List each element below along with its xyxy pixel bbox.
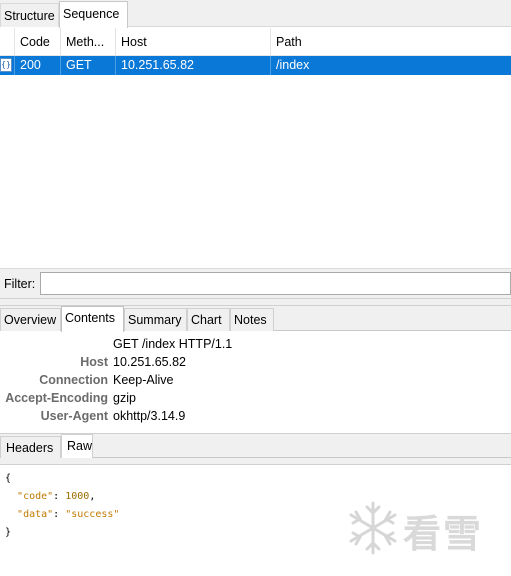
header-key: Accept-Encoding <box>5 391 108 405</box>
request-line: GET /index HTTP/1.1 <box>113 337 233 351</box>
column-header-code[interactable]: Code <box>15 28 61 56</box>
tab-structure[interactable]: Structure <box>0 3 59 27</box>
splitter[interactable] <box>0 298 511 306</box>
column-header-host[interactable]: Host <box>116 28 271 56</box>
sequence-table: Code Meth... Host Path {} 200 GET 10.251… <box>0 28 511 75</box>
header-row: User-Agent okhttp/3.14.9 <box>0 409 511 427</box>
header-row: Connection Keep-Alive <box>0 373 511 391</box>
header-row: Host 10.251.65.82 <box>0 355 511 373</box>
column-header-method[interactable]: Meth... <box>61 28 116 56</box>
json-value: "success" <box>65 509 120 520</box>
header-value: 10.251.65.82 <box>113 355 186 369</box>
table-row[interactable]: {} 200 GET 10.251.65.82 /index <box>0 56 511 75</box>
request-headers-panel: GET /index HTTP/1.1 Host 10.251.65.82 Co… <box>0 332 511 432</box>
inspector-tab-bar: Overview Contents Summary Chart Notes <box>0 306 511 332</box>
watermark-text: 看雪 <box>403 512 484 556</box>
row-host: 10.251.65.82 <box>116 56 271 75</box>
tab-notes[interactable]: Notes <box>230 308 274 331</box>
tab-chart[interactable]: Chart <box>187 308 230 331</box>
response-tab-bar: Headers Raw <box>0 433 511 458</box>
header-key: Connection <box>39 373 108 387</box>
json-key: "data" <box>17 509 54 520</box>
row-path: /index <box>276 58 310 72</box>
snowflake-logo <box>349 501 397 555</box>
tab-contents[interactable]: Contents <box>61 306 124 332</box>
json-brace-open: { <box>5 473 12 484</box>
row-method: GET <box>61 56 116 75</box>
header-value: okhttp/3.14.9 <box>113 409 186 423</box>
header-row: Accept-Encoding gzip <box>0 391 511 409</box>
tab-summary[interactable]: Summary <box>124 308 187 331</box>
tab-raw[interactable]: Raw <box>61 434 93 458</box>
column-header-icon[interactable] <box>0 28 15 56</box>
tab-overview[interactable]: Overview <box>0 308 61 331</box>
header-key: User-Agent <box>40 409 108 423</box>
json-brace-close: } <box>5 527 12 538</box>
row-icon-cell: {} <box>0 56 15 75</box>
column-header-path[interactable]: Path <box>271 28 511 56</box>
splitter[interactable] <box>0 458 511 465</box>
header-value: gzip <box>113 391 136 405</box>
table-header: Code Meth... Host Path <box>0 28 511 56</box>
watermark: 看雪 <box>345 497 497 559</box>
filter-bar: Filter: <box>0 268 511 298</box>
tab-sequence[interactable]: Sequence <box>59 1 128 28</box>
header-key: Host <box>80 355 108 369</box>
json-line-data: "data": "success" <box>17 509 120 520</box>
json-value: 1000 <box>65 491 90 502</box>
json-key: "code" <box>17 491 54 502</box>
top-tab-bar: Structure Sequence <box>0 0 511 28</box>
json-line-code: "code": 1000, <box>17 491 96 502</box>
filter-label: Filter: <box>4 277 36 291</box>
filter-input[interactable] <box>40 272 511 295</box>
tab-headers[interactable]: Headers <box>0 436 61 458</box>
row-code: 200 <box>15 56 61 75</box>
json-icon: {} <box>0 58 12 72</box>
header-value: Keep-Alive <box>113 373 174 387</box>
